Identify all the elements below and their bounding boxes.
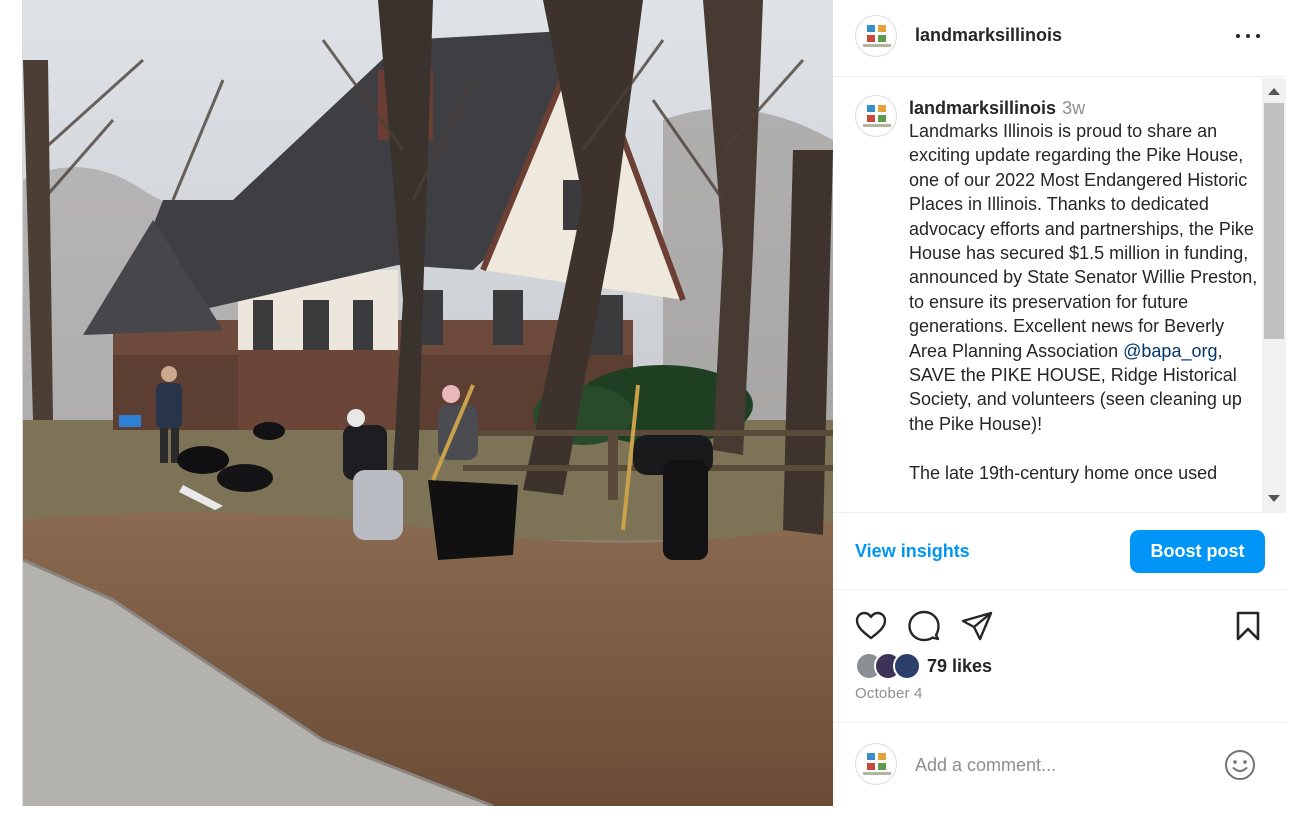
caption-avatar[interactable] [855, 95, 897, 137]
comment-icon[interactable] [907, 609, 941, 643]
mention-link[interactable]: @bapa_org [1123, 341, 1217, 361]
header-username[interactable]: landmarksillinois [915, 25, 1062, 46]
view-insights-link[interactable]: View insights [855, 541, 970, 562]
caption-timestamp[interactable]: 3w [1062, 98, 1085, 118]
landmarks-logo-icon [867, 105, 887, 125]
landmarks-logo-icon [867, 753, 887, 773]
post-header: landmarksillinois [833, 0, 1286, 77]
boost-post-button[interactable]: Boost post [1130, 530, 1265, 573]
account-avatar[interactable] [855, 15, 897, 57]
caption-paragraph-2: The late 19th-century home once used [909, 462, 1218, 483]
post-photo[interactable] [23, 0, 833, 806]
landmarks-logo-icon [867, 25, 887, 45]
scroll-thumb[interactable] [1264, 103, 1284, 339]
insights-bar: View insights Boost post [833, 512, 1286, 590]
bookmark-icon[interactable] [1231, 609, 1265, 643]
share-icon[interactable] [960, 609, 994, 643]
comment-bar [833, 722, 1286, 806]
post-side-panel: landmarksillinois landmarksillinois 3w La… [833, 0, 1286, 806]
scroll-up-arrow-icon[interactable] [1268, 88, 1280, 95]
caption-username[interactable]: landmarksillinois [909, 98, 1056, 118]
emoji-icon[interactable] [1224, 749, 1256, 781]
caption-paragraph-1: Landmarks Illinois is proud to share an … [909, 121, 1258, 434]
heart-icon[interactable] [854, 609, 888, 643]
post-date[interactable]: October 4 [855, 685, 923, 702]
caption-text: Landmarks Illinois is proud to share an … [909, 119, 1259, 485]
liker-avatars[interactable] [855, 652, 925, 680]
likes-count[interactable]: 79 likes [927, 656, 992, 677]
commenter-avatar [855, 743, 897, 785]
scroll-down-arrow-icon[interactable] [1268, 495, 1280, 502]
house-photo-illustration [23, 0, 833, 806]
post-container: landmarksillinois landmarksillinois 3w La… [22, 0, 1286, 806]
action-bar [833, 591, 1286, 651]
caption-area: landmarksillinois 3w Landmarks Illinois i… [833, 78, 1273, 512]
comment-input[interactable] [915, 751, 1205, 779]
more-options-icon[interactable] [1234, 24, 1262, 48]
likes-row: 79 likes [855, 652, 1255, 682]
caption-scrollbar[interactable] [1262, 78, 1286, 512]
caption-heading: landmarksillinois 3w [909, 96, 1259, 120]
liker-avatar [893, 652, 921, 680]
